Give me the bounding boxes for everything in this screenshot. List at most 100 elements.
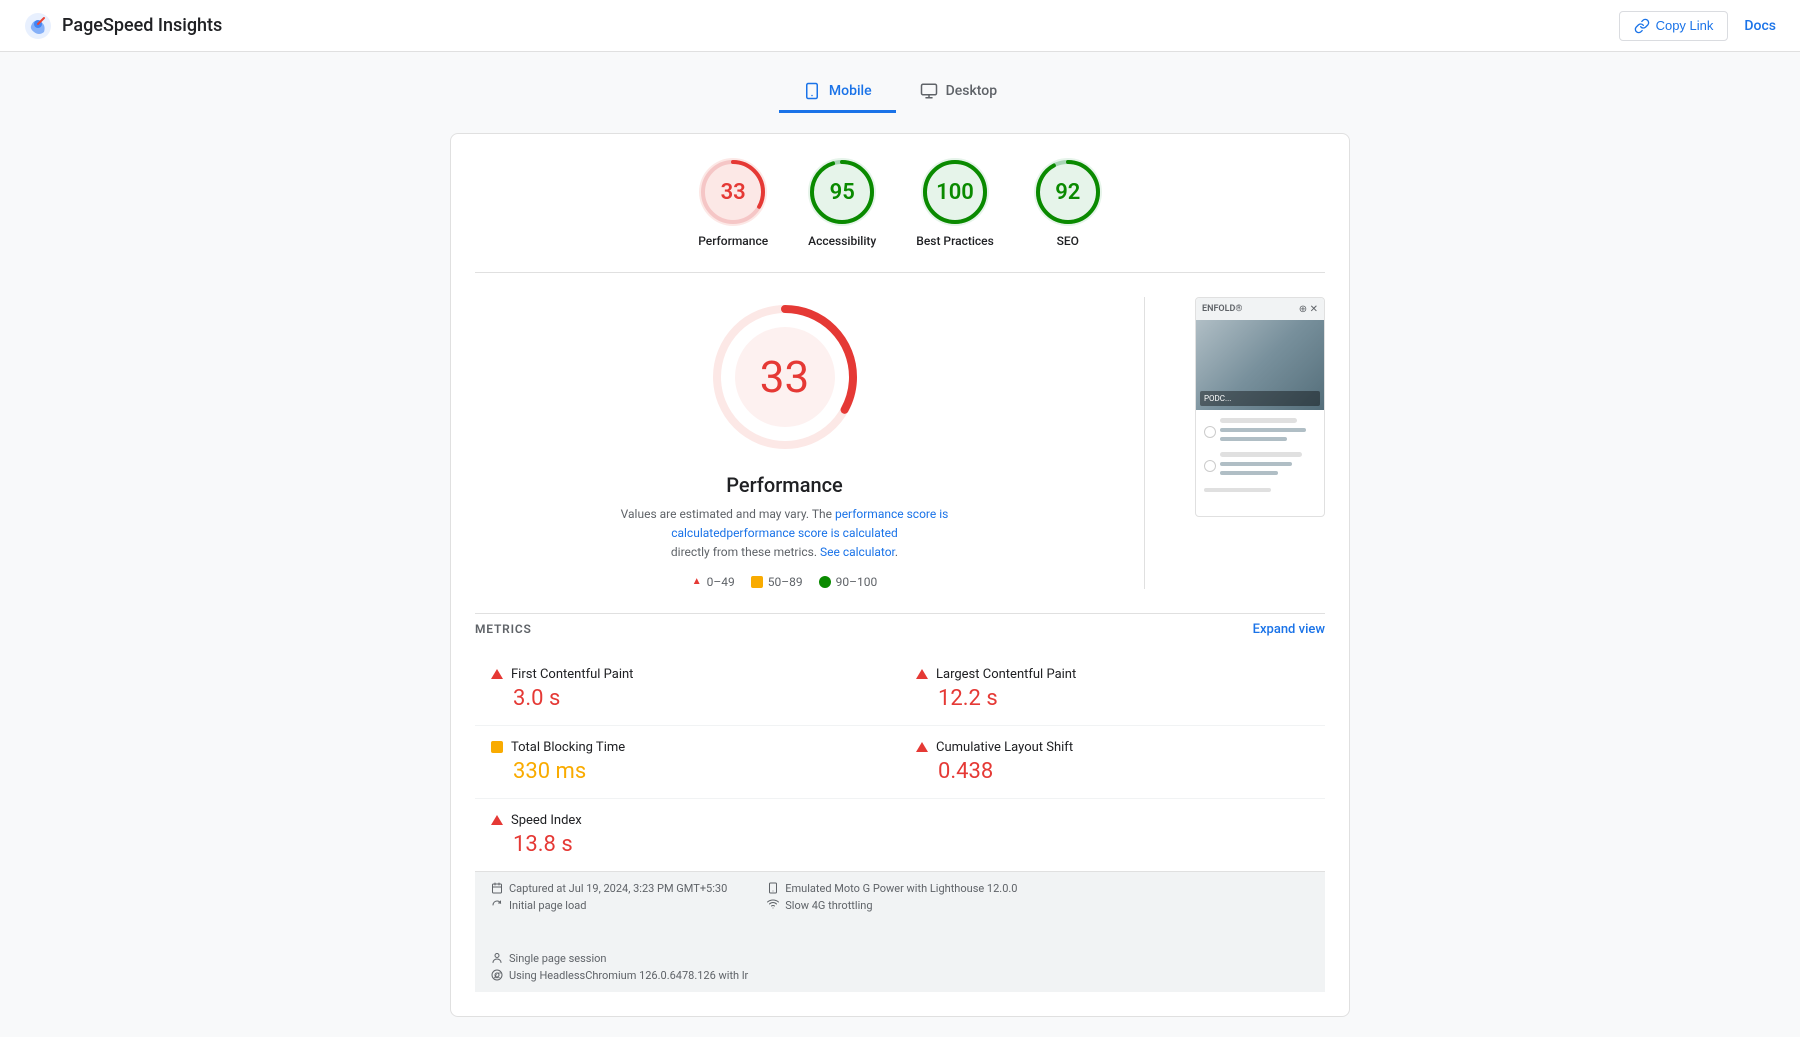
pagespeed-logo — [24, 12, 52, 40]
footer-emulated: Emulated Moto G Power with Lighthouse 12… — [767, 882, 1017, 895]
footer-page-load: Initial page load — [491, 899, 727, 912]
screenshot-mock: ENFOLD® ⊕ ✕ PODC... — [1195, 297, 1325, 517]
screenshot-line — [1220, 418, 1297, 423]
metrics-grid: First Contentful Paint 3.0 s Largest Con… — [475, 653, 1325, 871]
metric-lcp-value: 12.2 s — [938, 686, 1309, 711]
score-item-performance[interactable]: 33 Performance — [698, 158, 768, 248]
score-row: 33 Performance 95 Accessibility — [475, 158, 1325, 273]
indicator-red-fcp — [491, 669, 503, 679]
screenshot-section2 — [1204, 452, 1316, 480]
legend-orange-icon — [751, 576, 763, 588]
score-item-best-practices[interactable]: 100 Best Practices — [916, 158, 994, 248]
perf-desc-text: Values are estimated and may vary. The — [621, 507, 832, 521]
footer-col-2: Emulated Moto G Power with Lighthouse 12… — [767, 882, 1017, 912]
results-footer: Captured at Jul 19, 2024, 3:23 PM GMT+5:… — [475, 871, 1325, 992]
desktop-icon — [920, 82, 938, 100]
expand-view-button[interactable]: Expand view — [1253, 622, 1325, 637]
main-content: Mobile Desktop 33 Performan — [450, 52, 1350, 1037]
metric-cls-value: 0.438 — [938, 759, 1309, 784]
metric-fcp-name: First Contentful Paint — [491, 667, 884, 682]
score-legend: ▲ 0–49 50–89 90–100 — [692, 575, 877, 589]
screenshot-icon1 — [1204, 426, 1216, 438]
copy-link-button[interactable]: Copy Link — [1619, 11, 1729, 41]
footer-throttling: Slow 4G throttling — [767, 899, 1017, 912]
tab-desktop-label: Desktop — [946, 83, 997, 99]
performance-screenshot: ENFOLD® ⊕ ✕ PODC... — [1195, 297, 1325, 517]
metric-cls: Cumulative Layout Shift 0.438 — [900, 726, 1325, 799]
metric-cls-label: Cumulative Layout Shift — [936, 740, 1073, 755]
metric-si-label: Speed Index — [511, 813, 582, 828]
screenshot-line — [1220, 452, 1302, 457]
metrics-title: METRICS — [475, 622, 532, 636]
legend-green: 90–100 — [819, 575, 878, 589]
screenshot-line — [1220, 437, 1287, 441]
score-circle-performance: 33 — [699, 158, 767, 226]
screenshot-overlay-text: PODC... — [1200, 391, 1320, 406]
person-icon — [491, 952, 503, 964]
screenshot-line — [1204, 488, 1271, 492]
screenshot-line — [1220, 462, 1292, 466]
score-label-seo: SEO — [1057, 234, 1079, 248]
screenshot-section1 — [1204, 418, 1316, 446]
see-calculator-link[interactable]: See calculator — [820, 545, 895, 559]
legend-green-range: 90–100 — [836, 575, 878, 589]
performance-description: Values are estimated and may vary. The p… — [615, 505, 955, 563]
score-label-performance: Performance — [698, 234, 768, 248]
metric-si: Speed Index 13.8 s — [475, 799, 900, 871]
metric-fcp-value: 3.0 s — [513, 686, 884, 711]
copy-link-label: Copy Link — [1656, 18, 1714, 33]
score-circle-best-practices: 100 — [921, 158, 989, 226]
indicator-red-si — [491, 815, 503, 825]
footer-captured: Captured at Jul 19, 2024, 3:23 PM GMT+5:… — [491, 882, 727, 895]
big-score-value: 33 — [760, 351, 809, 403]
score-value-accessibility: 95 — [830, 180, 855, 205]
metrics-header: METRICS Expand view — [475, 613, 1325, 637]
indicator-red-lcp — [916, 669, 928, 679]
metric-tbt: Total Blocking Time 330 ms — [475, 726, 900, 799]
screenshot-line — [1220, 428, 1306, 432]
tab-bar: Mobile Desktop — [450, 72, 1350, 113]
legend-orange: 50–89 — [751, 575, 803, 589]
legend-red-range: 0–49 — [707, 575, 735, 589]
device-icon — [767, 882, 779, 894]
perf-desc-mid: performance score is calculated — [726, 526, 897, 540]
metric-tbt-value: 330 ms — [513, 759, 884, 784]
screenshot-image: PODC... — [1196, 320, 1324, 410]
score-circle-accessibility: 95 — [808, 158, 876, 226]
calendar-icon — [491, 882, 503, 894]
score-item-accessibility[interactable]: 95 Accessibility — [808, 158, 876, 248]
footer-session: Single page session — [491, 952, 748, 965]
score-item-seo[interactable]: 92 SEO — [1034, 158, 1102, 248]
indicator-orange-tbt — [491, 741, 503, 753]
metric-fcp: First Contentful Paint 3.0 s — [475, 653, 900, 726]
metric-cls-name: Cumulative Layout Shift — [916, 740, 1309, 755]
legend-red: ▲ 0–49 — [692, 575, 735, 589]
indicator-red-cls — [916, 742, 928, 752]
metric-tbt-name: Total Blocking Time — [491, 740, 884, 755]
perf-desc-direct: directly from these metrics. — [671, 545, 820, 559]
score-value-performance: 33 — [721, 180, 746, 205]
screenshot-text-area — [1196, 410, 1324, 505]
chrome-icon — [491, 969, 503, 981]
tab-desktop[interactable]: Desktop — [896, 72, 1021, 113]
header: PageSpeed Insights Copy Link Docs — [0, 0, 1800, 52]
docs-link[interactable]: Docs — [1744, 18, 1776, 34]
footer-col-3: Single page session Using HeadlessChromi… — [491, 952, 748, 982]
big-score-gauge: 33 — [705, 297, 865, 457]
performance-main: 33 Performance Values are estimated and … — [475, 297, 1094, 589]
reload-icon — [491, 899, 503, 911]
screenshot-text-lines1 — [1220, 418, 1316, 446]
screenshot-footer-text — [1204, 488, 1316, 492]
enfold-label: ENFOLD® — [1202, 304, 1295, 314]
performance-detail: 33 Performance Values are estimated and … — [475, 297, 1325, 613]
metric-fcp-label: First Contentful Paint — [511, 667, 633, 682]
screenshot-line — [1220, 471, 1278, 475]
footer-col-1: Captured at Jul 19, 2024, 3:23 PM GMT+5:… — [491, 882, 727, 912]
header-right: Copy Link Docs — [1619, 11, 1776, 41]
tab-mobile[interactable]: Mobile — [779, 72, 896, 113]
footer-chromium-text: Using HeadlessChromium 126.0.6478.126 wi… — [509, 969, 748, 982]
metric-si-name: Speed Index — [491, 813, 884, 828]
screenshot-icon2 — [1204, 460, 1216, 472]
score-value-best-practices: 100 — [936, 180, 974, 205]
metric-lcp-name: Largest Contentful Paint — [916, 667, 1309, 682]
